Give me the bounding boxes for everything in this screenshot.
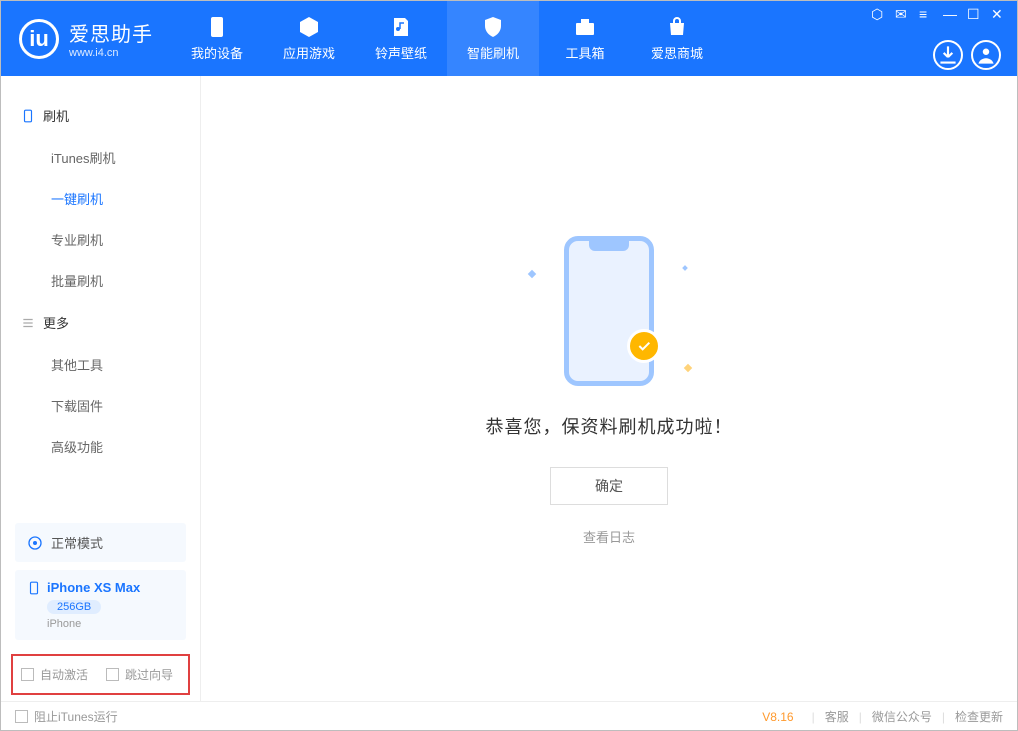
footer-link-update[interactable]: 检查更新 bbox=[955, 708, 1003, 725]
checkmark-badge-icon bbox=[627, 329, 661, 363]
device-storage: 256GB bbox=[47, 600, 101, 614]
sidebar-item-pro-flash[interactable]: 专业刷机 bbox=[1, 219, 200, 260]
tab-label: 应用游戏 bbox=[283, 43, 335, 62]
sidebar: 刷机 iTunes刷机 一键刷机 专业刷机 批量刷机 更多 其他工具 下载固件 … bbox=[1, 76, 201, 701]
tab-toolbox[interactable]: 工具箱 bbox=[539, 1, 631, 76]
phone-small-icon bbox=[27, 581, 41, 595]
shield-refresh-icon bbox=[481, 15, 505, 39]
tab-store[interactable]: 爱思商城 bbox=[631, 1, 723, 76]
menu-icon[interactable]: ≡ bbox=[919, 7, 933, 21]
tab-label: 智能刷机 bbox=[467, 43, 519, 62]
list-icon bbox=[21, 316, 35, 330]
checkbox-label: 自动激活 bbox=[40, 666, 88, 683]
device-small-icon bbox=[21, 109, 35, 123]
account-button[interactable] bbox=[971, 40, 1001, 70]
sparkle-icon bbox=[684, 364, 692, 372]
app-url: www.i4.cn bbox=[69, 47, 153, 59]
close-button[interactable]: ✕ bbox=[991, 7, 1005, 21]
app-name: 爱思助手 bbox=[69, 18, 153, 47]
status-bar: 阻止iTunes运行 V8.16 | 客服 | 微信公众号 | 检查更新 bbox=[1, 701, 1017, 731]
download-icon bbox=[935, 42, 961, 68]
feedback-icon[interactable]: ✉ bbox=[895, 7, 909, 21]
bag-icon bbox=[665, 15, 689, 39]
section-title: 刷机 bbox=[43, 106, 69, 125]
device-card[interactable]: iPhone XS Max 256GB iPhone bbox=[15, 570, 186, 640]
tab-label: 我的设备 bbox=[191, 43, 243, 62]
tab-apps-games[interactable]: 应用游戏 bbox=[263, 1, 355, 76]
cube-icon bbox=[297, 15, 321, 39]
success-illustration bbox=[519, 231, 699, 391]
checkbox-label: 跳过向导 bbox=[125, 666, 173, 683]
footer-link-wechat[interactable]: 微信公众号 bbox=[872, 708, 932, 725]
main-tabs: 我的设备 应用游戏 铃声壁纸 智能刷机 工具箱 爱思商城 bbox=[171, 1, 723, 76]
logo-text: 爱思助手 www.i4.cn bbox=[69, 18, 153, 59]
logo: iu 爱思助手 www.i4.cn bbox=[1, 18, 171, 59]
flash-options-row: 自动激活 跳过向导 bbox=[11, 654, 190, 695]
sparkle-icon bbox=[528, 270, 536, 278]
user-icon bbox=[973, 42, 999, 68]
maximize-button[interactable]: ☐ bbox=[967, 7, 981, 21]
window-controls: ⬡ ✉ ≡ — ☐ ✕ bbox=[871, 7, 1005, 21]
tab-my-device[interactable]: 我的设备 bbox=[171, 1, 263, 76]
block-itunes-label: 阻止iTunes运行 bbox=[34, 708, 118, 725]
sidebar-item-batch-flash[interactable]: 批量刷机 bbox=[1, 260, 200, 301]
tshirt-icon[interactable]: ⬡ bbox=[871, 7, 885, 21]
view-log-link[interactable]: 查看日志 bbox=[583, 527, 635, 546]
main-content: 恭喜您，保资料刷机成功啦！ 确定 查看日志 bbox=[201, 76, 1017, 701]
sidebar-item-oneclick-flash[interactable]: 一键刷机 bbox=[1, 178, 200, 219]
sparkle-icon bbox=[682, 265, 688, 271]
music-file-icon bbox=[389, 15, 413, 39]
sidebar-item-download-firmware[interactable]: 下载固件 bbox=[1, 385, 200, 426]
version-label: V8.16 bbox=[762, 710, 793, 724]
tab-ringtones-wallpapers[interactable]: 铃声壁纸 bbox=[355, 1, 447, 76]
device-name: iPhone XS Max bbox=[47, 580, 140, 595]
tab-label: 爱思商城 bbox=[651, 43, 703, 62]
device-type: iPhone bbox=[47, 618, 174, 630]
success-message: 恭喜您，保资料刷机成功啦！ bbox=[486, 413, 733, 439]
checkbox-skip-guide[interactable] bbox=[106, 668, 119, 681]
sidebar-section-flash: 刷机 iTunes刷机 一键刷机 专业刷机 批量刷机 bbox=[1, 94, 200, 301]
minimize-button[interactable]: — bbox=[943, 7, 957, 21]
tab-label: 铃声壁纸 bbox=[375, 43, 427, 62]
footer-link-support[interactable]: 客服 bbox=[825, 708, 849, 725]
sidebar-item-other-tools[interactable]: 其他工具 bbox=[1, 344, 200, 385]
sidebar-item-itunes-flash[interactable]: iTunes刷机 bbox=[1, 137, 200, 178]
toolbox-icon bbox=[573, 15, 597, 39]
app-body: 刷机 iTunes刷机 一键刷机 专业刷机 批量刷机 更多 其他工具 下载固件 … bbox=[1, 76, 1017, 701]
checkbox-block-itunes[interactable] bbox=[15, 710, 28, 723]
phone-illustration-icon bbox=[564, 236, 654, 386]
logo-icon: iu bbox=[19, 19, 59, 59]
mode-label: 正常模式 bbox=[51, 533, 103, 552]
app-header: iu 爱思助手 www.i4.cn 我的设备 应用游戏 铃声壁纸 智能刷机 工具… bbox=[1, 1, 1017, 76]
download-button[interactable] bbox=[933, 40, 963, 70]
tab-label: 工具箱 bbox=[565, 43, 604, 62]
tab-smart-flash[interactable]: 智能刷机 bbox=[447, 1, 539, 76]
sidebar-section-more: 更多 其他工具 下载固件 高级功能 bbox=[1, 301, 200, 467]
mode-icon bbox=[27, 535, 43, 551]
phone-icon bbox=[205, 15, 229, 39]
section-title: 更多 bbox=[43, 313, 69, 332]
device-mode-card[interactable]: 正常模式 bbox=[15, 523, 186, 562]
checkbox-auto-activate[interactable] bbox=[21, 668, 34, 681]
sidebar-item-advanced[interactable]: 高级功能 bbox=[1, 426, 200, 467]
ok-button[interactable]: 确定 bbox=[550, 467, 668, 505]
